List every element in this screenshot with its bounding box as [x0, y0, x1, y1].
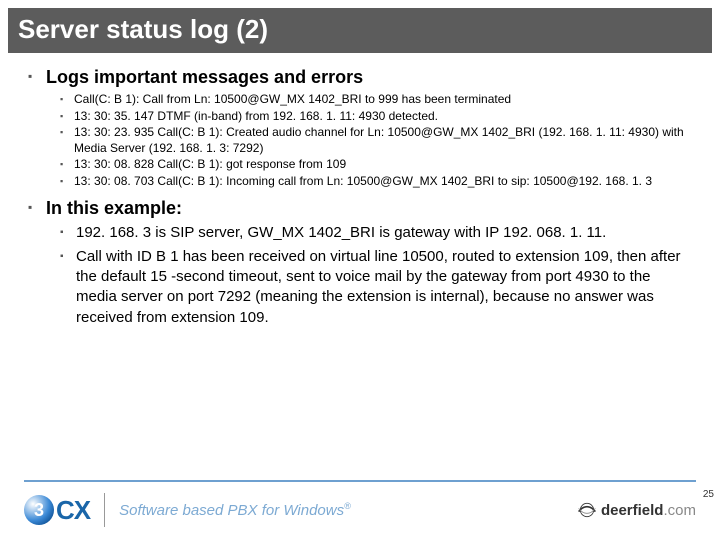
- footer: 3 CX Software based PBX for Windows® dee…: [0, 480, 720, 540]
- logo-3cx-text: CX: [56, 495, 90, 526]
- footer-row: 3 CX Software based PBX for Windows® dee…: [0, 488, 720, 532]
- slide: Server status log (2) Logs important mes…: [0, 8, 720, 540]
- globe-swoosh-icon: [577, 500, 597, 520]
- logo-3cx-ball-icon: 3: [24, 495, 54, 525]
- section-heading: Logs important messages and errors: [46, 67, 363, 87]
- content-list: Logs important messages and errors Call(…: [28, 67, 692, 328]
- log-list: Call(C: B 1): Call from Ln: 10500@GW_MX …: [60, 92, 692, 190]
- slide-title: Server status log (2): [8, 8, 712, 53]
- slide-body: Logs important messages and errors Call(…: [0, 53, 720, 328]
- logo-3cx: 3 CX: [24, 495, 90, 526]
- section-example: In this example: 192. 168. 3 is SIP serv…: [28, 198, 692, 328]
- deerfield-logo: deerfield.com: [577, 500, 696, 520]
- note-item: Call with ID B 1 has been received on vi…: [60, 247, 692, 328]
- log-item: 13: 30: 23. 935 Call(C: B 1): Created au…: [60, 125, 692, 156]
- footer-rule: [24, 480, 696, 482]
- log-item: 13: 30: 35. 147 DTMF (in-band) from 192.…: [60, 109, 692, 125]
- deerfield-name: deerfield: [601, 502, 664, 519]
- tagline-text: Software based PBX for Windows: [119, 502, 344, 519]
- note-list: 192. 168. 3 is SIP server, GW_MX 1402_BR…: [60, 223, 692, 328]
- section-heading: In this example:: [46, 198, 182, 218]
- tagline: Software based PBX for Windows®: [119, 501, 351, 519]
- footer-divider: [104, 493, 105, 527]
- section-logs: Logs important messages and errors Call(…: [28, 67, 692, 190]
- log-item: 13: 30: 08. 703 Call(C: B 1): Incoming c…: [60, 174, 692, 190]
- note-item: 192. 168. 3 is SIP server, GW_MX 1402_BR…: [60, 223, 692, 243]
- deerfield-suffix: .com: [663, 502, 696, 519]
- log-item: 13: 30: 08. 828 Call(C: B 1): got respon…: [60, 157, 692, 173]
- log-item: Call(C: B 1): Call from Ln: 10500@GW_MX …: [60, 92, 692, 108]
- deerfield-text: deerfield.com: [601, 502, 696, 519]
- registered-icon: ®: [344, 501, 351, 511]
